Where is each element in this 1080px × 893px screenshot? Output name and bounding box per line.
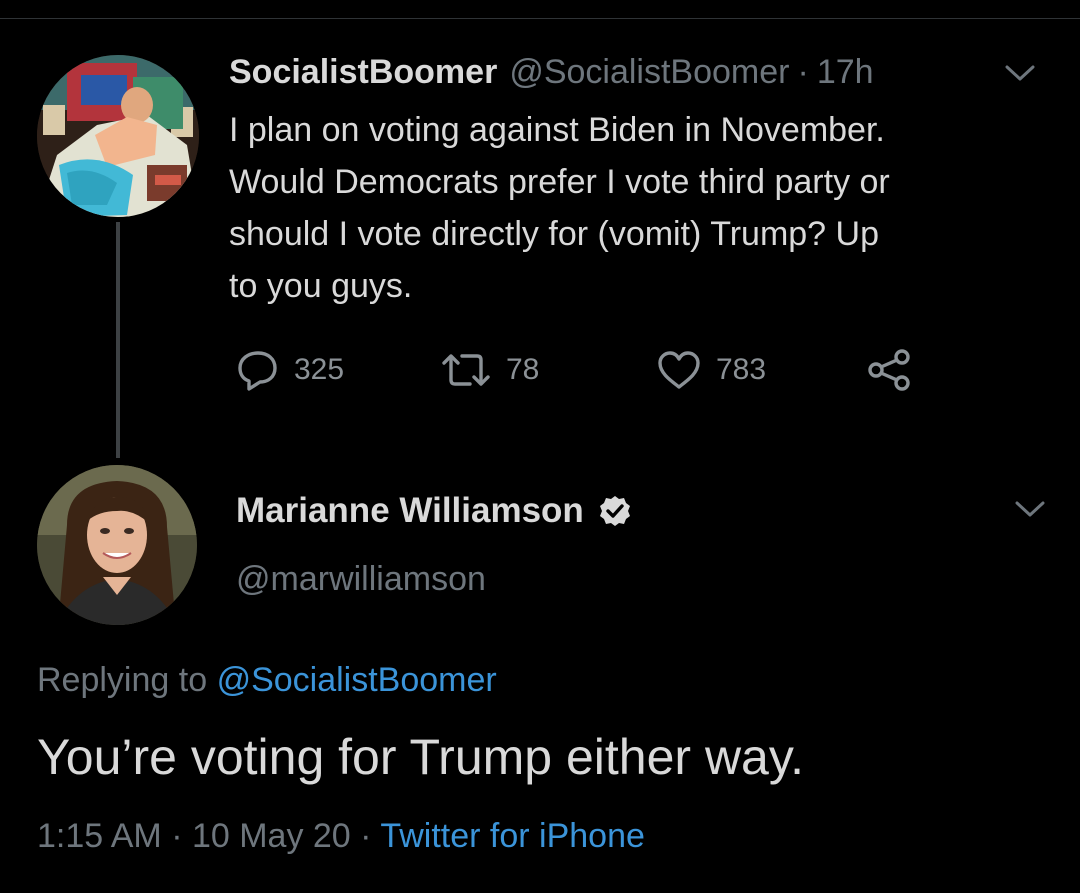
reply-tweet-text: You’re voting for Trump either way. xyxy=(37,729,805,785)
chevron-down-icon[interactable] xyxy=(1013,498,1047,520)
tweet-timestamp[interactable]: 1:15 AM · 10 May 20 · xyxy=(37,817,372,855)
tweet-time[interactable]: 17h xyxy=(817,53,874,92)
reply-author-row: Marianne Williamson xyxy=(236,488,632,534)
avatar-socialistboomer[interactable] xyxy=(37,55,199,217)
heart-icon xyxy=(658,351,700,389)
author-name[interactable]: SocialistBoomer xyxy=(229,53,497,92)
chevron-down-icon[interactable] xyxy=(1003,62,1037,84)
author-handle[interactable]: @marwilliamson xyxy=(236,560,486,599)
retweet-count: 78 xyxy=(506,353,540,386)
tweet-header: SocialistBoomer @SocialistBoomer · 17h xyxy=(229,50,874,94)
verified-badge-icon xyxy=(599,496,630,526)
reply-count: 325 xyxy=(294,353,345,386)
like-button[interactable]: 783 xyxy=(656,344,766,396)
reply-icon xyxy=(238,351,277,391)
tweet-text: I plan on voting against Biden in Novemb… xyxy=(229,111,890,305)
replying-to-line: Replying to @SocialistBoomer xyxy=(37,661,497,700)
author-handle[interactable]: @SocialistBoomer xyxy=(509,53,789,92)
tweet-meta: 1:15 AM · 10 May 20 · Twitter for iPhone xyxy=(37,817,645,856)
top-divider xyxy=(0,18,1080,19)
tweet-source-link[interactable]: Twitter for iPhone xyxy=(380,817,645,855)
reply-button[interactable]: 325 xyxy=(236,344,344,396)
avatar-image xyxy=(37,465,197,625)
replying-to-handle-link[interactable]: @SocialistBoomer xyxy=(217,661,497,699)
avatar-image xyxy=(37,55,199,217)
retweet-icon xyxy=(442,354,490,386)
avatar-marwilliamson[interactable] xyxy=(37,465,197,625)
replying-to-label: Replying to xyxy=(37,661,208,699)
share-icon xyxy=(868,349,910,391)
author-name[interactable]: Marianne Williamson xyxy=(236,491,584,531)
separator-dot: · xyxy=(797,52,809,91)
retweet-button[interactable]: 78 xyxy=(440,344,539,396)
share-button[interactable] xyxy=(866,344,914,396)
thread-connector-line xyxy=(116,222,120,458)
like-count: 783 xyxy=(716,353,767,386)
